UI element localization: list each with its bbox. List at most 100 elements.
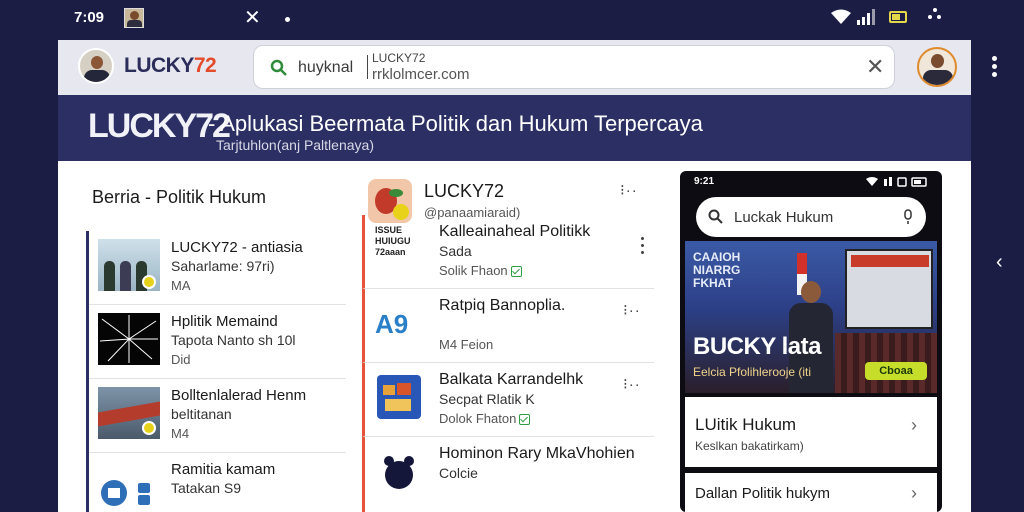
- brand-suffix: 72: [193, 54, 217, 77]
- battery-icon: [889, 11, 907, 23]
- news-thumbnail: [98, 387, 160, 439]
- news-thumbnail: [98, 313, 160, 365]
- feed-item[interactable]: Balkata Karrandelhk Secpat Rlatik K Dolo…: [362, 363, 654, 437]
- feed-item-icon: A9: [375, 299, 423, 347]
- feed-item-icon: [375, 447, 423, 495]
- feed-item-icon: [375, 373, 423, 421]
- card-title: LUitik Hukum: [695, 415, 797, 434]
- banner-title: - Aplukasi Beermata Politik dan Hukum Te…: [208, 111, 703, 136]
- overflow-menu-icon[interactable]: [992, 56, 998, 77]
- list-item[interactable]: Ramitia kamam Tatakan S9: [89, 453, 346, 512]
- feed-item-icon-text: ISSUE HUIUGU 72aaan: [375, 225, 411, 257]
- item-subtitle: Tatakan S9: [171, 480, 242, 496]
- item-menu-icon[interactable]: [641, 237, 645, 255]
- section-title: Berria - Politik Hukum: [92, 187, 267, 207]
- item-title: Hplitik Memaind: [171, 313, 278, 330]
- site-logo-avatar[interactable]: [78, 48, 114, 84]
- more-icon[interactable]: ⁝··: [620, 181, 638, 199]
- news-thumbnail: [98, 239, 160, 291]
- feed-item-icon: ISSUE HUIUGU 72aaan: [375, 225, 423, 273]
- verified-icon: [519, 414, 531, 426]
- tab-close-icon[interactable]: ✕: [244, 6, 261, 30]
- card-subtitle: Keslkan bakatirkam): [695, 439, 804, 453]
- hero-sign-text: CAAIOH NIARRG FKHAT: [693, 250, 741, 290]
- item-title: Ratpiq Bannoplia.: [439, 297, 566, 314]
- browser-toolbar: LUCKY72 huyknal LUCKY72 rrklolmcer.com ✕: [58, 40, 971, 95]
- chevron-right-icon: ›: [911, 415, 917, 435]
- phone-search-query: Luckak Hukum: [734, 209, 834, 226]
- address-separator: [367, 55, 368, 79]
- item-meta-text: Dolok Fhaton: [439, 411, 517, 426]
- item-meta: Dolok Fhaton: [439, 411, 531, 426]
- card-title: Dallan Politik hukym: [695, 485, 831, 502]
- item-meta: M4: [171, 426, 190, 441]
- list-item[interactable]: LUCKY72 - antiasia Saharlame: 97ri) MA: [89, 231, 346, 305]
- item-subtitle: beltitanan: [171, 406, 232, 422]
- status-bar: 7:09 ✕: [0, 0, 1024, 38]
- phone-status-bar: 9:21: [680, 171, 942, 193]
- phone-status-icons: [866, 177, 927, 187]
- browser-window: LUCKY72 huyknal LUCKY72 rrklolmcer.com ✕…: [58, 40, 971, 512]
- item-title: Ramitia kamam: [171, 461, 276, 478]
- mic-icon[interactable]: [902, 209, 914, 225]
- item-meta: MA: [171, 278, 191, 293]
- hero-subtitle: Eelcia Pfolihlerooje (iti: [693, 365, 812, 379]
- address-query: huyknal: [298, 59, 354, 76]
- banner-subtitle: Tarjtuhlon(anj Paltlenaya): [216, 137, 374, 153]
- wifi-icon: [831, 9, 851, 24]
- tab-favicon[interactable]: [124, 8, 144, 28]
- item-title: Balkata Karrandelhk: [439, 371, 584, 388]
- item-subtitle: Secpat Rlatik K: [439, 391, 535, 407]
- site-brand[interactable]: LUCKY72: [124, 54, 217, 78]
- signal-icon: [857, 9, 875, 25]
- phone-search-bar[interactable]: Luckak Hukum: [696, 197, 926, 237]
- item-title: Hominon Rary MkaVhohien: [439, 445, 635, 462]
- item-subtitle: Sada: [439, 243, 472, 259]
- item-subtitle: Tapota Nanto sh 10l: [171, 332, 296, 348]
- site-banner: LUCKY72 - Aplukasi Beermata Politik dan …: [58, 95, 971, 161]
- item-meta: Did: [171, 352, 191, 367]
- feed-item-icon-text: A9: [375, 309, 409, 339]
- item-meta: M4 Feion: [439, 337, 494, 352]
- more-icon[interactable]: ⁝··: [623, 375, 641, 393]
- profile-avatar[interactable]: [917, 47, 957, 87]
- feed-item[interactable]: Hominon Rary MkaVhohien Colcie: [362, 437, 654, 512]
- address-title: LUCKY72: [372, 51, 426, 65]
- item-subtitle: Colcie: [439, 465, 478, 481]
- search-icon: [270, 59, 287, 76]
- news-list: LUCKY72 - antiasia Saharlame: 97ri) MA H…: [86, 231, 346, 512]
- phone-card[interactable]: Dallan Politik hukym ›: [685, 473, 937, 512]
- item-title: LUCKY72 - antiasia: [171, 239, 303, 256]
- feed-title: LUCKY72: [424, 181, 505, 201]
- burst-image: [99, 315, 158, 363]
- status-menu-icon[interactable]: [928, 8, 942, 26]
- app-icons-image: [101, 480, 150, 506]
- brand-prefix: LUCKY: [124, 54, 194, 77]
- feed-item[interactable]: ISSUE HUIUGU 72aaan Kalleainaheal Politi…: [362, 215, 654, 289]
- phone-preview: 9:21 Luckak Hukum CAAIOH NIARRG FKHAT BU…: [680, 171, 942, 512]
- phone-card[interactable]: LUitik Hukum Keslkan bakatirkam) ›: [685, 397, 937, 467]
- clock: 7:09: [74, 9, 105, 26]
- list-item[interactable]: Hplitik Memaind Tapota Nanto sh 10l Did: [89, 305, 346, 379]
- address-bar[interactable]: huyknal LUCKY72 rrklolmcer.com ✕: [253, 45, 895, 89]
- address-url: rrklolmcer.com: [372, 66, 470, 83]
- phone-clock: 9:21: [694, 176, 715, 187]
- news-thumbnail: [98, 461, 160, 512]
- phone-hero-banner[interactable]: CAAIOH NIARRG FKHAT BUCKY lata Eelcia Pf…: [685, 241, 937, 393]
- list-item[interactable]: Bolltenlalerad Henm beltitanan M4: [89, 379, 346, 453]
- chevron-right-icon: ›: [911, 483, 917, 503]
- item-title: Kalleainaheal Politikk: [439, 223, 591, 240]
- hero-cta-button[interactable]: Cboaa: [865, 362, 927, 380]
- hero-screen: [845, 249, 933, 329]
- tab-indicator-dot: [285, 17, 290, 22]
- phone-search-icon: [708, 209, 723, 224]
- feed-item[interactable]: A9 Ratpiq Bannoplia. M4 Feion ⁝··: [362, 289, 654, 363]
- item-meta: Solik Fhaon: [439, 263, 522, 278]
- hero-title: BUCKY lata: [693, 333, 821, 360]
- more-icon[interactable]: ⁝··: [623, 301, 641, 319]
- item-subtitle: Saharlame: 97ri): [171, 258, 275, 274]
- item-meta-text: Solik Fhaon: [439, 263, 508, 278]
- chevron-left-icon[interactable]: ‹: [996, 251, 1003, 274]
- clear-address-icon[interactable]: ✕: [866, 56, 884, 78]
- verified-icon: [510, 266, 522, 278]
